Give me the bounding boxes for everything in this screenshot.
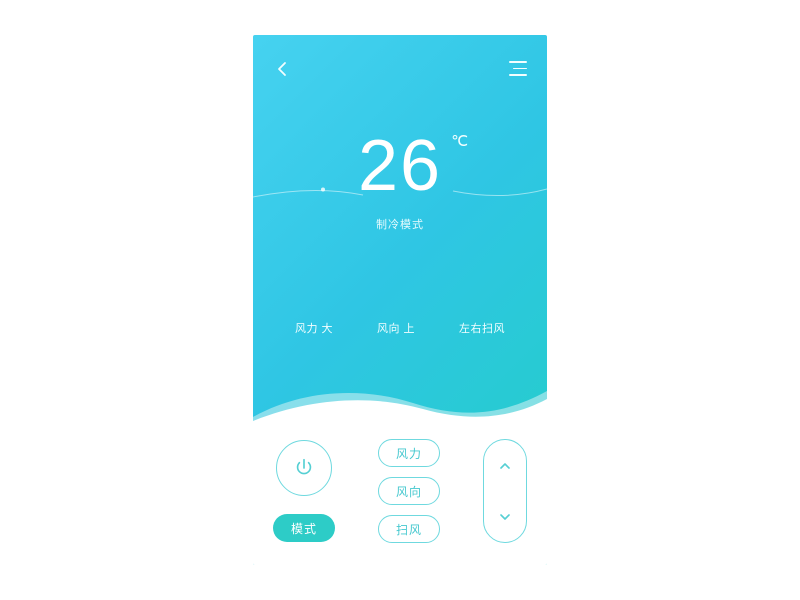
fan-button-label: 风力 [396, 445, 422, 462]
status-swing: 左右扫风 [459, 320, 505, 336]
temperature-stepper [483, 439, 527, 543]
controls-mid-column: 风力 风向 扫风 [378, 439, 440, 543]
ac-remote-screen: 26 ℃ 制冷模式 风力 大 风向 上 左右扫风 模式 风力 [253, 35, 547, 565]
direction-button-label: 风向 [396, 483, 422, 500]
swing-button[interactable]: 扫风 [378, 515, 440, 543]
temp-down-button[interactable] [484, 491, 526, 542]
controls-left-column: 模式 [273, 440, 335, 542]
header [253, 57, 547, 81]
mode-button[interactable]: 模式 [273, 514, 335, 542]
controls-panel: 模式 风力 风向 扫风 [253, 417, 547, 565]
fan-button[interactable]: 风力 [378, 439, 440, 467]
mode-button-label: 模式 [291, 520, 317, 537]
temperature-value: 26 [358, 126, 442, 206]
status-direction: 风向 上 [377, 320, 415, 336]
power-icon [293, 457, 315, 479]
status-fan: 风力 大 [295, 320, 333, 336]
direction-button[interactable]: 风向 [378, 477, 440, 505]
temp-up-button[interactable] [484, 440, 526, 491]
chevron-down-icon [498, 510, 512, 524]
mode-label: 制冷模式 [253, 216, 547, 232]
swing-button-label: 扫风 [396, 521, 422, 538]
power-button[interactable] [276, 440, 332, 496]
temperature-display: 26 ℃ 制冷模式 [253, 130, 547, 232]
temperature-unit: ℃ [451, 134, 470, 149]
back-button[interactable] [273, 59, 293, 79]
status-row: 风力 大 风向 上 左右扫风 [253, 320, 547, 336]
chevron-up-icon [498, 459, 512, 473]
menu-button[interactable] [509, 61, 527, 77]
